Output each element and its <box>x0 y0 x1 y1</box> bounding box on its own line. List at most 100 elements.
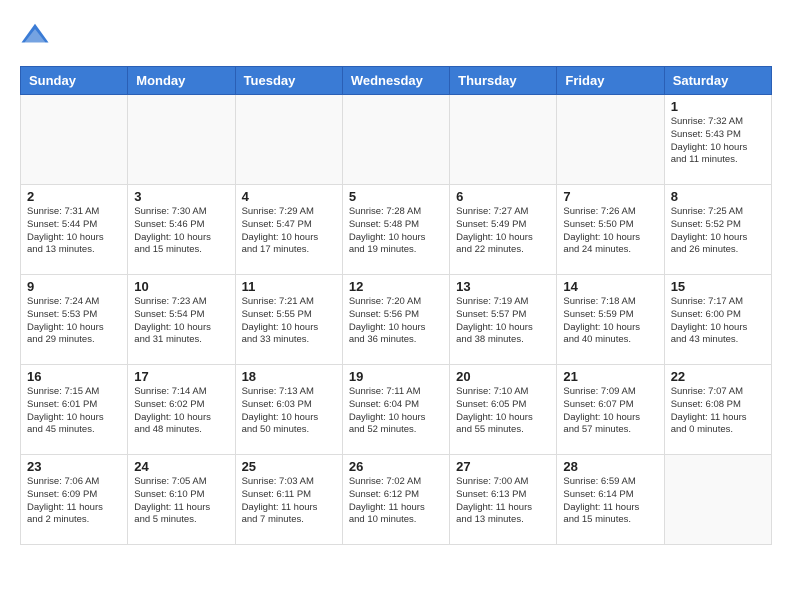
day-info: Sunrise: 7:10 AM Sunset: 6:05 PM Dayligh… <box>456 386 550 437</box>
calendar-cell: 18 Sunrise: 7:13 AM Sunset: 6:03 PM Dayli… <box>235 365 342 455</box>
day-info: Sunrise: 7:09 AM Sunset: 6:07 PM Dayligh… <box>563 386 657 437</box>
day-header-wednesday: Wednesday <box>342 67 449 95</box>
calendar-cell: 14 Sunrise: 7:18 AM Sunset: 5:59 PM Dayli… <box>557 275 664 365</box>
day-info: Sunrise: 7:07 AM Sunset: 6:08 PM Dayligh… <box>671 386 765 437</box>
day-info: Sunrise: 7:24 AM Sunset: 5:53 PM Dayligh… <box>27 296 121 347</box>
logo-icon <box>20 20 50 50</box>
day-number: 12 <box>349 279 443 294</box>
week-row-2: 9 Sunrise: 7:24 AM Sunset: 5:53 PM Daylig… <box>21 275 772 365</box>
day-info: Sunrise: 7:29 AM Sunset: 5:47 PM Dayligh… <box>242 206 336 257</box>
day-number: 5 <box>349 189 443 204</box>
calendar-cell: 8 Sunrise: 7:25 AM Sunset: 5:52 PM Daylig… <box>664 185 771 275</box>
day-info: Sunrise: 7:14 AM Sunset: 6:02 PM Dayligh… <box>134 386 228 437</box>
day-info: Sunrise: 7:19 AM Sunset: 5:57 PM Dayligh… <box>456 296 550 347</box>
day-number: 1 <box>671 99 765 114</box>
day-header-friday: Friday <box>557 67 664 95</box>
day-info: Sunrise: 7:06 AM Sunset: 6:09 PM Dayligh… <box>27 476 121 527</box>
calendar-cell: 9 Sunrise: 7:24 AM Sunset: 5:53 PM Daylig… <box>21 275 128 365</box>
day-number: 7 <box>563 189 657 204</box>
day-number: 11 <box>242 279 336 294</box>
calendar-cell <box>664 455 771 545</box>
day-number: 8 <box>671 189 765 204</box>
day-info: Sunrise: 7:03 AM Sunset: 6:11 PM Dayligh… <box>242 476 336 527</box>
calendar: SundayMondayTuesdayWednesdayThursdayFrid… <box>20 66 772 545</box>
day-info: Sunrise: 7:02 AM Sunset: 6:12 PM Dayligh… <box>349 476 443 527</box>
calendar-cell: 10 Sunrise: 7:23 AM Sunset: 5:54 PM Dayli… <box>128 275 235 365</box>
calendar-cell: 4 Sunrise: 7:29 AM Sunset: 5:47 PM Daylig… <box>235 185 342 275</box>
day-info: Sunrise: 7:05 AM Sunset: 6:10 PM Dayligh… <box>134 476 228 527</box>
day-info: Sunrise: 7:27 AM Sunset: 5:49 PM Dayligh… <box>456 206 550 257</box>
header <box>20 20 772 50</box>
calendar-cell: 25 Sunrise: 7:03 AM Sunset: 6:11 PM Dayli… <box>235 455 342 545</box>
logo <box>20 20 54 50</box>
day-info: Sunrise: 6:59 AM Sunset: 6:14 PM Dayligh… <box>563 476 657 527</box>
calendar-cell <box>557 95 664 185</box>
day-number: 14 <box>563 279 657 294</box>
day-info: Sunrise: 7:21 AM Sunset: 5:55 PM Dayligh… <box>242 296 336 347</box>
day-info: Sunrise: 7:23 AM Sunset: 5:54 PM Dayligh… <box>134 296 228 347</box>
day-number: 27 <box>456 459 550 474</box>
calendar-cell: 13 Sunrise: 7:19 AM Sunset: 5:57 PM Dayli… <box>450 275 557 365</box>
day-header-sunday: Sunday <box>21 67 128 95</box>
day-number: 9 <box>27 279 121 294</box>
calendar-cell: 6 Sunrise: 7:27 AM Sunset: 5:49 PM Daylig… <box>450 185 557 275</box>
day-info: Sunrise: 7:13 AM Sunset: 6:03 PM Dayligh… <box>242 386 336 437</box>
day-header-monday: Monday <box>128 67 235 95</box>
calendar-cell <box>342 95 449 185</box>
calendar-cell: 23 Sunrise: 7:06 AM Sunset: 6:09 PM Dayli… <box>21 455 128 545</box>
calendar-cell: 15 Sunrise: 7:17 AM Sunset: 6:00 PM Dayli… <box>664 275 771 365</box>
calendar-cell: 5 Sunrise: 7:28 AM Sunset: 5:48 PM Daylig… <box>342 185 449 275</box>
day-number: 19 <box>349 369 443 384</box>
day-number: 16 <box>27 369 121 384</box>
day-number: 22 <box>671 369 765 384</box>
day-info: Sunrise: 7:28 AM Sunset: 5:48 PM Dayligh… <box>349 206 443 257</box>
day-number: 10 <box>134 279 228 294</box>
day-number: 23 <box>27 459 121 474</box>
day-number: 25 <box>242 459 336 474</box>
day-header-saturday: Saturday <box>664 67 771 95</box>
day-number: 2 <box>27 189 121 204</box>
calendar-cell <box>21 95 128 185</box>
day-number: 3 <box>134 189 228 204</box>
day-number: 4 <box>242 189 336 204</box>
day-info: Sunrise: 7:31 AM Sunset: 5:44 PM Dayligh… <box>27 206 121 257</box>
day-info: Sunrise: 7:11 AM Sunset: 6:04 PM Dayligh… <box>349 386 443 437</box>
calendar-cell: 7 Sunrise: 7:26 AM Sunset: 5:50 PM Daylig… <box>557 185 664 275</box>
day-info: Sunrise: 7:30 AM Sunset: 5:46 PM Dayligh… <box>134 206 228 257</box>
day-info: Sunrise: 7:00 AM Sunset: 6:13 PM Dayligh… <box>456 476 550 527</box>
calendar-cell: 21 Sunrise: 7:09 AM Sunset: 6:07 PM Dayli… <box>557 365 664 455</box>
day-number: 6 <box>456 189 550 204</box>
day-number: 13 <box>456 279 550 294</box>
calendar-cell: 22 Sunrise: 7:07 AM Sunset: 6:08 PM Dayli… <box>664 365 771 455</box>
calendar-cell: 1Sunrise: 7:32 AM Sunset: 5:43 PM Daylig… <box>664 95 771 185</box>
calendar-cell <box>235 95 342 185</box>
calendar-cell <box>450 95 557 185</box>
day-number: 28 <box>563 459 657 474</box>
day-header-thursday: Thursday <box>450 67 557 95</box>
calendar-cell: 27 Sunrise: 7:00 AM Sunset: 6:13 PM Dayli… <box>450 455 557 545</box>
day-number: 26 <box>349 459 443 474</box>
calendar-cell: 20 Sunrise: 7:10 AM Sunset: 6:05 PM Dayli… <box>450 365 557 455</box>
week-row-0: 1Sunrise: 7:32 AM Sunset: 5:43 PM Daylig… <box>21 95 772 185</box>
day-number: 15 <box>671 279 765 294</box>
calendar-cell <box>128 95 235 185</box>
day-info: Sunrise: 7:18 AM Sunset: 5:59 PM Dayligh… <box>563 296 657 347</box>
day-number: 21 <box>563 369 657 384</box>
week-row-4: 23 Sunrise: 7:06 AM Sunset: 6:09 PM Dayli… <box>21 455 772 545</box>
day-info: Sunrise: 7:17 AM Sunset: 6:00 PM Dayligh… <box>671 296 765 347</box>
day-info: Sunrise: 7:25 AM Sunset: 5:52 PM Dayligh… <box>671 206 765 257</box>
calendar-cell: 24Sunrise: 7:05 AM Sunset: 6:10 PM Dayli… <box>128 455 235 545</box>
day-number: 20 <box>456 369 550 384</box>
calendar-cell: 12Sunrise: 7:20 AM Sunset: 5:56 PM Dayli… <box>342 275 449 365</box>
calendar-cell: 17 Sunrise: 7:14 AM Sunset: 6:02 PM Dayli… <box>128 365 235 455</box>
calendar-cell: 28 Sunrise: 6:59 AM Sunset: 6:14 PM Dayli… <box>557 455 664 545</box>
week-row-1: 2 Sunrise: 7:31 AM Sunset: 5:44 PM Daylig… <box>21 185 772 275</box>
day-info: Sunrise: 7:15 AM Sunset: 6:01 PM Dayligh… <box>27 386 121 437</box>
calendar-cell: 19 Sunrise: 7:11 AM Sunset: 6:04 PM Dayli… <box>342 365 449 455</box>
day-info: Sunrise: 7:26 AM Sunset: 5:50 PM Dayligh… <box>563 206 657 257</box>
day-number: 18 <box>242 369 336 384</box>
calendar-cell: 26 Sunrise: 7:02 AM Sunset: 6:12 PM Dayli… <box>342 455 449 545</box>
calendar-cell: 2 Sunrise: 7:31 AM Sunset: 5:44 PM Daylig… <box>21 185 128 275</box>
calendar-cell: 3 Sunrise: 7:30 AM Sunset: 5:46 PM Daylig… <box>128 185 235 275</box>
day-number: 17 <box>134 369 228 384</box>
